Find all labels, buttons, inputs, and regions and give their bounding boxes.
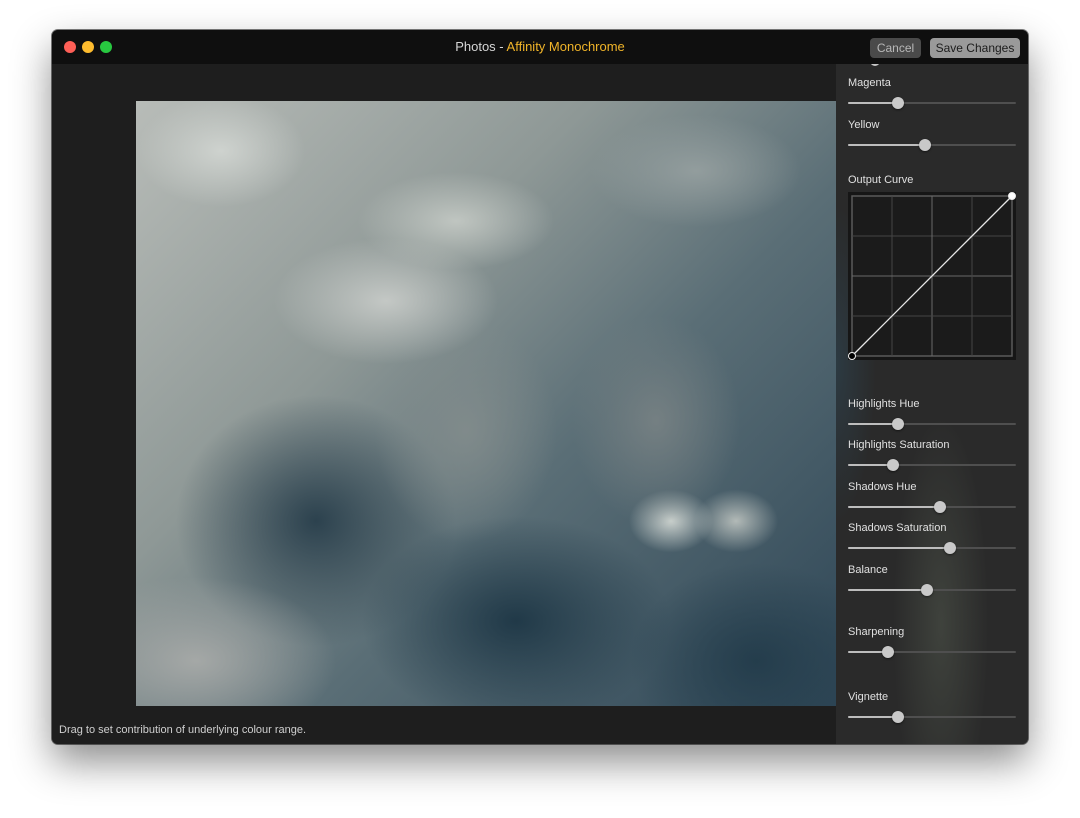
title-separator: - — [495, 39, 507, 54]
slider-thumb[interactable] — [892, 97, 904, 109]
slider-fill — [848, 716, 898, 718]
slider-thumb[interactable] — [892, 711, 904, 723]
slider-thumb[interactable] — [934, 501, 946, 513]
slider-thumb[interactable] — [887, 459, 899, 471]
slider-thumb[interactable] — [882, 646, 894, 658]
title-bar: Photos - Affinity Monochrome Cancel Save… — [52, 30, 1028, 64]
shadows-hue-label: Shadows Hue — [848, 481, 917, 493]
slider-fill — [848, 547, 950, 549]
slider-fill — [848, 144, 925, 146]
yellow-label: Yellow — [848, 119, 880, 131]
curve-control-point[interactable] — [1008, 192, 1016, 200]
slider-fill — [848, 423, 898, 425]
highlights-saturation-slider[interactable] — [848, 458, 1016, 472]
shadows-hue-slider[interactable] — [848, 500, 1016, 514]
magenta-label: Magenta — [848, 77, 891, 89]
photo-preview[interactable] — [136, 101, 836, 706]
sharpening-label: Sharpening — [848, 626, 905, 638]
app-window: Photos - Affinity Monochrome Cancel Save… — [52, 30, 1028, 744]
vignette-slider[interactable] — [848, 710, 1016, 724]
slider-fill — [848, 506, 940, 508]
slider-fill — [848, 102, 898, 104]
output-curve-label: Output Curve — [848, 174, 914, 186]
magenta-slider[interactable] — [848, 96, 1016, 110]
vignette-label: Vignette — [848, 691, 889, 703]
highlights-saturation-label: Highlights Saturation — [848, 439, 950, 451]
balance-label: Balance — [848, 564, 888, 576]
sharpening-slider[interactable] — [848, 645, 1016, 659]
slider-thumb[interactable] — [919, 139, 931, 151]
balance-slider[interactable] — [848, 583, 1016, 597]
slider-thumb[interactable] — [944, 542, 956, 554]
save-changes-button[interactable]: Save Changes — [930, 38, 1020, 58]
slider-fill — [848, 589, 927, 591]
curve-graph[interactable] — [848, 192, 1016, 360]
shadows-saturation-slider[interactable] — [848, 541, 1016, 555]
canvas-area: Drag to set contribution of underlying c… — [52, 64, 836, 744]
highlights-hue-label: Highlights Hue — [848, 398, 920, 410]
slider-thumb[interactable] — [921, 584, 933, 596]
yellow-slider[interactable] — [848, 138, 1016, 152]
slider-thumb[interactable] — [892, 418, 904, 430]
adjustments-panel: Magenta Yellow Output Curve Highlights H… — [836, 64, 1028, 744]
cancel-button[interactable]: Cancel — [870, 38, 921, 58]
output-curve-editor[interactable] — [848, 192, 1016, 360]
scrolled-slider-thumb[interactable] — [870, 64, 880, 66]
shadows-saturation-label: Shadows Saturation — [848, 522, 947, 534]
title-app-name: Photos — [455, 39, 496, 54]
title-extension-name: Affinity Monochrome — [506, 39, 625, 54]
curve-control-point[interactable] — [848, 352, 856, 360]
highlights-hue-slider[interactable] — [848, 417, 1016, 431]
status-hint: Drag to set contribution of underlying c… — [59, 724, 307, 736]
